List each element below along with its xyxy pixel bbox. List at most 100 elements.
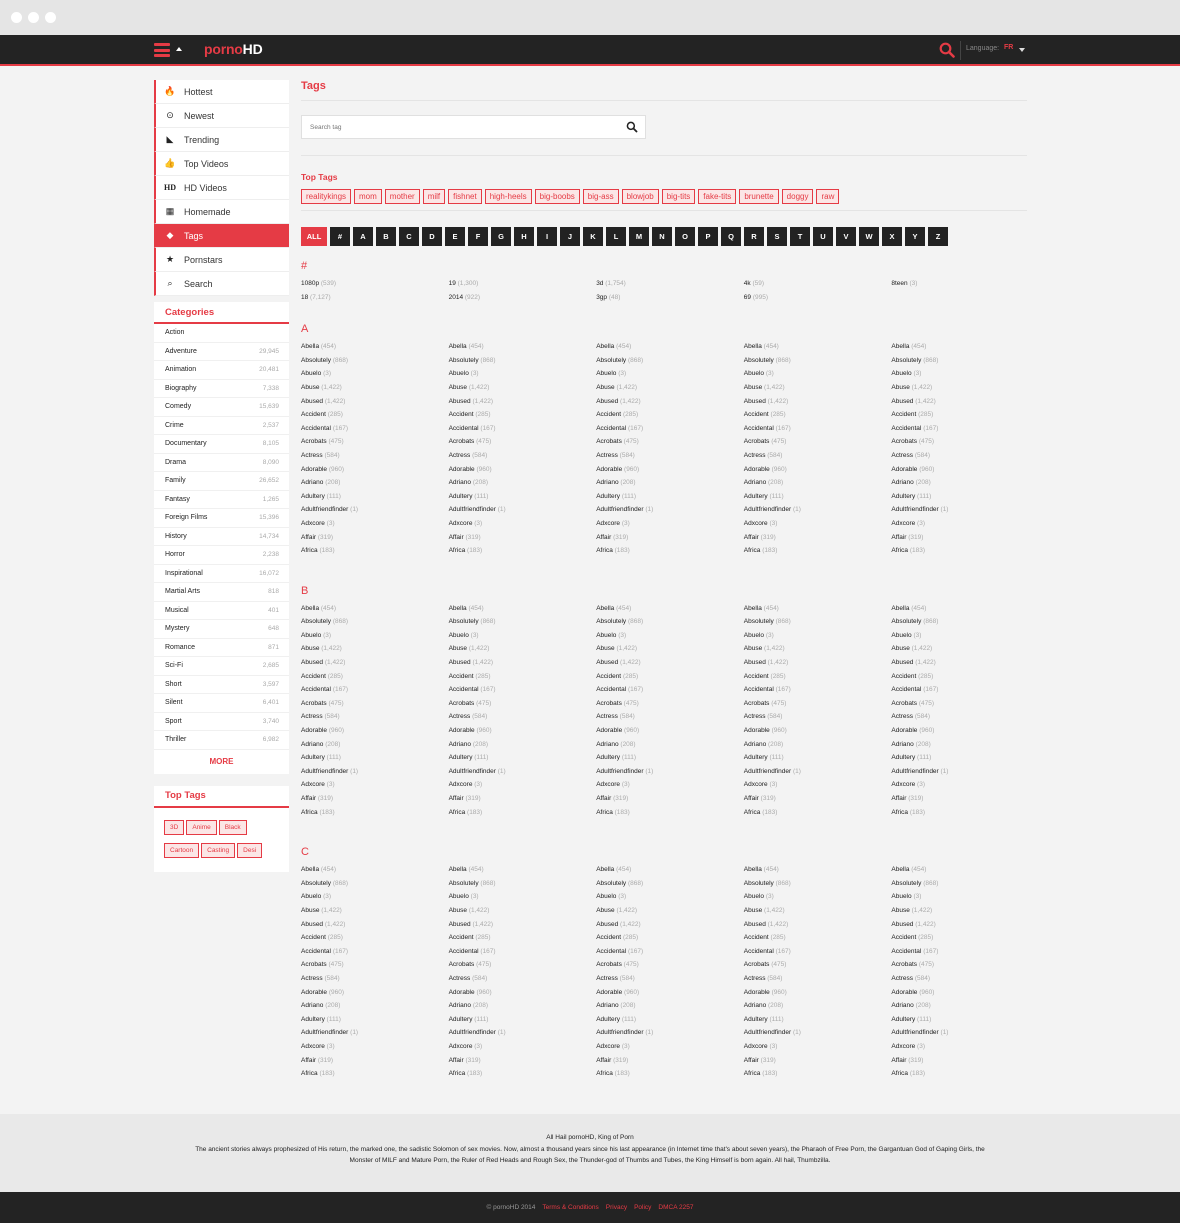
- letter-filter-hash[interactable]: #: [330, 227, 350, 246]
- tag-item[interactable]: Absolutely (868): [596, 357, 744, 371]
- tag-item[interactable]: Acrobats (475): [596, 961, 744, 975]
- tag-item[interactable]: Absolutely (868): [449, 880, 597, 894]
- tag-item[interactable]: Abuelo (3): [449, 893, 597, 907]
- category-item[interactable]: Thriller 6,982: [154, 731, 289, 750]
- tag-item[interactable]: Abuelo (3): [891, 632, 1039, 646]
- tag-item[interactable]: Abella (454): [449, 343, 597, 357]
- tag-item[interactable]: Accidental (167): [891, 686, 1039, 700]
- tag-item[interactable]: Absolutely (868): [596, 618, 744, 632]
- tag-item[interactable]: Adriano (208): [301, 741, 449, 755]
- tag-item[interactable]: Affair (319): [891, 1057, 1039, 1071]
- tag-chip[interactable]: Cartoon: [164, 842, 200, 858]
- tag-item[interactable]: Actress (584): [744, 452, 892, 466]
- top-tag-chip[interactable]: big-ass: [582, 189, 619, 204]
- tag-item[interactable]: Adorable (960): [744, 727, 892, 741]
- tag-item[interactable]: Acrobats (475): [891, 438, 1039, 452]
- tag-item[interactable]: Adorable (960): [449, 989, 597, 1003]
- tag-item[interactable]: Affair (319): [744, 1057, 892, 1071]
- top-tag-chip[interactable]: milf: [422, 189, 446, 204]
- tag-item[interactable]: Actress (584): [596, 975, 744, 989]
- tag-item[interactable]: Acrobats (475): [301, 961, 449, 975]
- sidebar-item-trending[interactable]: ◣ Trending: [154, 128, 289, 152]
- tag-item[interactable]: Adultfriendfinder (1): [596, 1029, 744, 1043]
- tag-item[interactable]: Actress (584): [449, 713, 597, 727]
- tag-item[interactable]: Accidental (167): [449, 425, 597, 439]
- tag-item[interactable]: Accident (285): [744, 673, 892, 687]
- category-item[interactable]: Drama 8,090: [154, 454, 289, 472]
- letter-filter-b[interactable]: B: [376, 227, 396, 246]
- tag-item[interactable]: Accidental (167): [596, 948, 744, 962]
- category-item[interactable]: Short 3,597: [154, 676, 289, 694]
- tag-item[interactable]: Abuelo (3): [449, 632, 597, 646]
- tag-item[interactable]: Abuse (1,422): [449, 645, 597, 659]
- tag-item[interactable]: Absolutely (868): [891, 880, 1039, 894]
- tag-item[interactable]: Abella (454): [891, 343, 1039, 357]
- tag-item[interactable]: Africa (183): [596, 809, 744, 823]
- tag-item[interactable]: 4k (59): [744, 280, 892, 294]
- letter-filter-z[interactable]: Z: [928, 227, 948, 246]
- tag-item[interactable]: Abuse (1,422): [891, 645, 1039, 659]
- top-tag-chip[interactable]: doggy: [781, 189, 814, 204]
- tag-item[interactable]: Adultery (111): [301, 493, 449, 507]
- tag-item[interactable]: [891, 294, 1039, 308]
- tag-item[interactable]: Absolutely (868): [744, 357, 892, 371]
- letter-filter-o[interactable]: O: [675, 227, 695, 246]
- tag-item[interactable]: Accidental (167): [744, 425, 892, 439]
- tag-item[interactable]: Adultery (111): [596, 754, 744, 768]
- top-tag-chip[interactable]: mother: [384, 189, 420, 204]
- category-item[interactable]: Silent 6,401: [154, 694, 289, 713]
- tag-item[interactable]: Accidental (167): [596, 686, 744, 700]
- tag-item[interactable]: Accident (285): [891, 411, 1039, 425]
- tag-item[interactable]: Actress (584): [891, 975, 1039, 989]
- tag-item[interactable]: Acrobats (475): [744, 961, 892, 975]
- letter-filter-f[interactable]: F: [468, 227, 488, 246]
- tag-item[interactable]: Adorable (960): [744, 466, 892, 480]
- tag-item[interactable]: Affair (319): [449, 534, 597, 548]
- tag-item[interactable]: Africa (183): [891, 809, 1039, 823]
- tag-item[interactable]: Affair (319): [301, 795, 449, 809]
- tag-item[interactable]: Adorable (960): [596, 727, 744, 741]
- more-categories-button[interactable]: MORE: [154, 750, 289, 774]
- tag-item[interactable]: Absolutely (868): [744, 618, 892, 632]
- letter-filter-u[interactable]: U: [813, 227, 833, 246]
- tag-item[interactable]: Abella (454): [891, 866, 1039, 880]
- tag-item[interactable]: Abella (454): [449, 866, 597, 880]
- tag-item[interactable]: Adultery (111): [449, 1016, 597, 1030]
- tag-item[interactable]: Adultfriendfinder (1): [891, 506, 1039, 520]
- tag-item[interactable]: Accident (285): [891, 673, 1039, 687]
- tag-item[interactable]: Accidental (167): [301, 686, 449, 700]
- tag-item[interactable]: Abused (1,422): [449, 659, 597, 673]
- tag-item[interactable]: Abella (454): [301, 866, 449, 880]
- tag-item[interactable]: Actress (584): [596, 713, 744, 727]
- tag-item[interactable]: Adriano (208): [891, 479, 1039, 493]
- tag-item[interactable]: Abuse (1,422): [301, 645, 449, 659]
- letter-filter-c[interactable]: C: [399, 227, 419, 246]
- tag-item[interactable]: Abused (1,422): [744, 659, 892, 673]
- tag-item[interactable]: Affair (319): [449, 795, 597, 809]
- tag-item[interactable]: Adultfriendfinder (1): [744, 1029, 892, 1043]
- tag-item[interactable]: Abella (454): [744, 343, 892, 357]
- tag-item[interactable]: Africa (183): [301, 809, 449, 823]
- tag-item[interactable]: Adultfriendfinder (1): [449, 768, 597, 782]
- tag-item[interactable]: Absolutely (868): [449, 618, 597, 632]
- top-tag-chip[interactable]: fishnet: [448, 189, 482, 204]
- tag-item[interactable]: Adultery (111): [744, 493, 892, 507]
- category-item[interactable]: Fantasy 1,265: [154, 491, 289, 509]
- tag-item[interactable]: Acrobats (475): [449, 700, 597, 714]
- sidebar-item-homemade[interactable]: ▦ Homemade: [154, 200, 289, 224]
- tag-item[interactable]: Abused (1,422): [301, 921, 449, 935]
- tag-item[interactable]: Adultfriendfinder (1): [596, 768, 744, 782]
- tag-chip[interactable]: Casting: [201, 842, 236, 858]
- tag-item[interactable]: 8teen (3): [891, 280, 1039, 294]
- tag-item[interactable]: 19 (1,300): [449, 280, 597, 294]
- footer-link-terms[interactable]: Terms & Conditions: [542, 1204, 598, 1211]
- letter-filter-l[interactable]: L: [606, 227, 626, 246]
- tag-item[interactable]: Adultery (111): [596, 493, 744, 507]
- tag-item[interactable]: Absolutely (868): [301, 618, 449, 632]
- category-item[interactable]: Inspirational 16,072: [154, 565, 289, 583]
- tag-item[interactable]: 2014 (922): [449, 294, 597, 308]
- tag-chip[interactable]: Anime: [186, 819, 217, 835]
- tag-item[interactable]: Adxcore (3): [301, 520, 449, 534]
- language-select[interactable]: FR: [1004, 44, 1013, 51]
- tag-item[interactable]: Affair (319): [891, 795, 1039, 809]
